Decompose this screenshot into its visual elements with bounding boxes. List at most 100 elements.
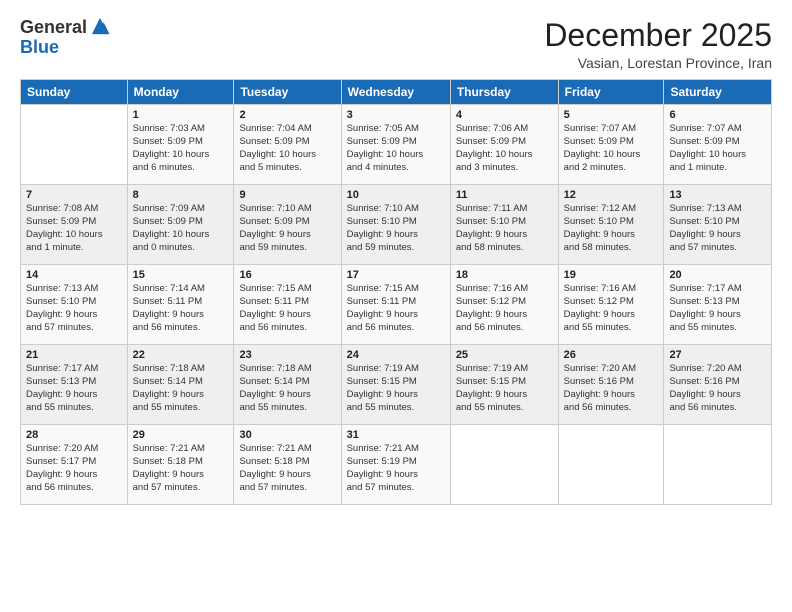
day-info: Sunrise: 7:18 AMSunset: 5:14 PMDaylight:… <box>239 363 335 414</box>
day-number: 16 <box>239 269 335 281</box>
weekday-header-tuesday: Tuesday <box>234 80 341 105</box>
calendar-cell <box>21 105 128 185</box>
day-info: Sunrise: 7:20 AMSunset: 5:16 PMDaylight:… <box>669 363 766 414</box>
logo-blue: Blue <box>20 38 111 58</box>
day-info: Sunrise: 7:19 AMSunset: 5:15 PMDaylight:… <box>347 363 445 414</box>
calendar-cell: 23 Sunrise: 7:18 AMSunset: 5:14 PMDayligh… <box>234 345 341 425</box>
day-number: 9 <box>239 189 335 201</box>
calendar-table: SundayMondayTuesdayWednesdayThursdayFrid… <box>20 79 772 505</box>
day-number: 31 <box>347 429 445 441</box>
day-info: Sunrise: 7:04 AMSunset: 5:09 PMDaylight:… <box>239 123 335 174</box>
day-info: Sunrise: 7:16 AMSunset: 5:12 PMDaylight:… <box>456 283 553 334</box>
calendar-cell: 8Sunrise: 7:09 AMSunset: 5:09 PMDaylight… <box>127 185 234 265</box>
calendar-cell: 25Sunrise: 7:19 AMSunset: 5:15 PMDayligh… <box>450 345 558 425</box>
day-number: 22 <box>133 349 229 361</box>
day-number: 2 <box>239 109 335 121</box>
day-info: Sunrise: 7:21 AMSunset: 5:19 PMDaylight:… <box>347 443 445 494</box>
day-info: Sunrise: 7:15 AMSunset: 5:11 PMDaylight:… <box>239 283 335 334</box>
month-title: December 2025 <box>544 18 772 53</box>
calendar-cell: 9 Sunrise: 7:10 AMSunset: 5:09 PMDaylight… <box>234 185 341 265</box>
calendar-cell: 28 Sunrise: 7:20 AMSunset: 5:17 PMDayligh… <box>21 425 128 505</box>
day-number: 21 <box>26 349 122 361</box>
day-number: 27 <box>669 349 766 361</box>
day-number: 20 <box>669 269 766 281</box>
day-info: Sunrise: 7:03 AMSunset: 5:09 PMDaylight:… <box>133 123 229 174</box>
weekday-header-thursday: Thursday <box>450 80 558 105</box>
day-info: Sunrise: 7:11 AMSunset: 5:10 PMDaylight:… <box>456 203 553 254</box>
day-info: Sunrise: 7:08 AMSunset: 5:09 PMDaylight:… <box>26 203 122 254</box>
day-info: Sunrise: 7:18 AMSunset: 5:14 PMDaylight:… <box>133 363 229 414</box>
calendar-cell: 3Sunrise: 7:05 AMSunset: 5:09 PMDaylight… <box>341 105 450 185</box>
calendar-cell <box>450 425 558 505</box>
calendar-cell: 22 Sunrise: 7:18 AMSunset: 5:14 PMDayligh… <box>127 345 234 425</box>
calendar-cell: 2 Sunrise: 7:04 AMSunset: 5:09 PMDaylight… <box>234 105 341 185</box>
day-number: 30 <box>239 429 335 441</box>
title-block: December 2025 Vasian, Lorestan Province,… <box>544 18 772 71</box>
day-info: Sunrise: 7:17 AMSunset: 5:13 PMDaylight:… <box>669 283 766 334</box>
calendar-cell: 1 Sunrise: 7:03 AMSunset: 5:09 PMDaylight… <box>127 105 234 185</box>
calendar-cell <box>664 425 772 505</box>
calendar-cell: 5Sunrise: 7:07 AMSunset: 5:09 PMDaylight… <box>558 105 664 185</box>
calendar-cell: 30 Sunrise: 7:21 AMSunset: 5:18 PMDayligh… <box>234 425 341 505</box>
calendar-cell: 29 Sunrise: 7:21 AMSunset: 5:18 PMDayligh… <box>127 425 234 505</box>
calendar-cell: 11Sunrise: 7:11 AMSunset: 5:10 PMDayligh… <box>450 185 558 265</box>
weekday-header-friday: Friday <box>558 80 664 105</box>
day-number: 7 <box>26 189 122 201</box>
calendar-cell: 21 Sunrise: 7:17 AMSunset: 5:13 PMDayligh… <box>21 345 128 425</box>
calendar-cell: 20 Sunrise: 7:17 AMSunset: 5:13 PMDayligh… <box>664 265 772 345</box>
day-number: 29 <box>133 429 229 441</box>
day-number: 26 <box>564 349 659 361</box>
logo-general: General <box>20 18 87 38</box>
weekday-header-sunday: Sunday <box>21 80 128 105</box>
calendar-cell: 16 Sunrise: 7:15 AMSunset: 5:11 PMDayligh… <box>234 265 341 345</box>
calendar-cell: 26Sunrise: 7:20 AMSunset: 5:16 PMDayligh… <box>558 345 664 425</box>
day-info: Sunrise: 7:21 AMSunset: 5:18 PMDaylight:… <box>133 443 229 494</box>
calendar-cell: 14 Sunrise: 7:13 AMSunset: 5:10 PMDayligh… <box>21 265 128 345</box>
day-number: 4 <box>456 109 553 121</box>
day-number: 5 <box>564 109 659 121</box>
day-number: 24 <box>347 349 445 361</box>
calendar-cell: 13 Sunrise: 7:13 AMSunset: 5:10 PMDayligh… <box>664 185 772 265</box>
day-number: 15 <box>133 269 229 281</box>
day-info: Sunrise: 7:10 AMSunset: 5:10 PMDaylight:… <box>347 203 445 254</box>
weekday-header-wednesday: Wednesday <box>341 80 450 105</box>
day-number: 8 <box>133 189 229 201</box>
subtitle: Vasian, Lorestan Province, Iran <box>544 55 772 71</box>
day-number: 10 <box>347 189 445 201</box>
calendar-cell: 31 Sunrise: 7:21 AMSunset: 5:19 PMDayligh… <box>341 425 450 505</box>
day-info: Sunrise: 7:13 AMSunset: 5:10 PMDaylight:… <box>669 203 766 254</box>
logo: General Blue <box>20 18 111 58</box>
day-info: Sunrise: 7:12 AMSunset: 5:10 PMDaylight:… <box>564 203 659 254</box>
calendar-cell: 27 Sunrise: 7:20 AMSunset: 5:16 PMDayligh… <box>664 345 772 425</box>
day-info: Sunrise: 7:16 AMSunset: 5:12 PMDaylight:… <box>564 283 659 334</box>
day-number: 25 <box>456 349 553 361</box>
calendar-cell: 10 Sunrise: 7:10 AMSunset: 5:10 PMDayligh… <box>341 185 450 265</box>
day-info: Sunrise: 7:21 AMSunset: 5:18 PMDaylight:… <box>239 443 335 494</box>
day-number: 13 <box>669 189 766 201</box>
day-info: Sunrise: 7:20 AMSunset: 5:17 PMDaylight:… <box>26 443 122 494</box>
page-header: General Blue December 2025 Vasian, Lores… <box>20 18 772 71</box>
day-number: 1 <box>133 109 229 121</box>
calendar-cell: 24 Sunrise: 7:19 AMSunset: 5:15 PMDayligh… <box>341 345 450 425</box>
day-number: 12 <box>564 189 659 201</box>
day-info: Sunrise: 7:14 AMSunset: 5:11 PMDaylight:… <box>133 283 229 334</box>
day-number: 19 <box>564 269 659 281</box>
calendar-cell: 4Sunrise: 7:06 AMSunset: 5:09 PMDaylight… <box>450 105 558 185</box>
calendar-cell: 6Sunrise: 7:07 AMSunset: 5:09 PMDaylight… <box>664 105 772 185</box>
weekday-header-monday: Monday <box>127 80 234 105</box>
calendar-cell: 12 Sunrise: 7:12 AMSunset: 5:10 PMDayligh… <box>558 185 664 265</box>
day-info: Sunrise: 7:10 AMSunset: 5:09 PMDaylight:… <box>239 203 335 254</box>
day-info: Sunrise: 7:05 AMSunset: 5:09 PMDaylight:… <box>347 123 445 174</box>
calendar-cell: 18 Sunrise: 7:16 AMSunset: 5:12 PMDayligh… <box>450 265 558 345</box>
weekday-header-saturday: Saturday <box>664 80 772 105</box>
day-number: 23 <box>239 349 335 361</box>
day-number: 14 <box>26 269 122 281</box>
calendar-cell: 15 Sunrise: 7:14 AMSunset: 5:11 PMDayligh… <box>127 265 234 345</box>
day-number: 18 <box>456 269 553 281</box>
day-info: Sunrise: 7:13 AMSunset: 5:10 PMDaylight:… <box>26 283 122 334</box>
day-info: Sunrise: 7:17 AMSunset: 5:13 PMDaylight:… <box>26 363 122 414</box>
day-number: 28 <box>26 429 122 441</box>
day-number: 6 <box>669 109 766 121</box>
calendar-cell <box>558 425 664 505</box>
calendar-cell: 19 Sunrise: 7:16 AMSunset: 5:12 PMDayligh… <box>558 265 664 345</box>
